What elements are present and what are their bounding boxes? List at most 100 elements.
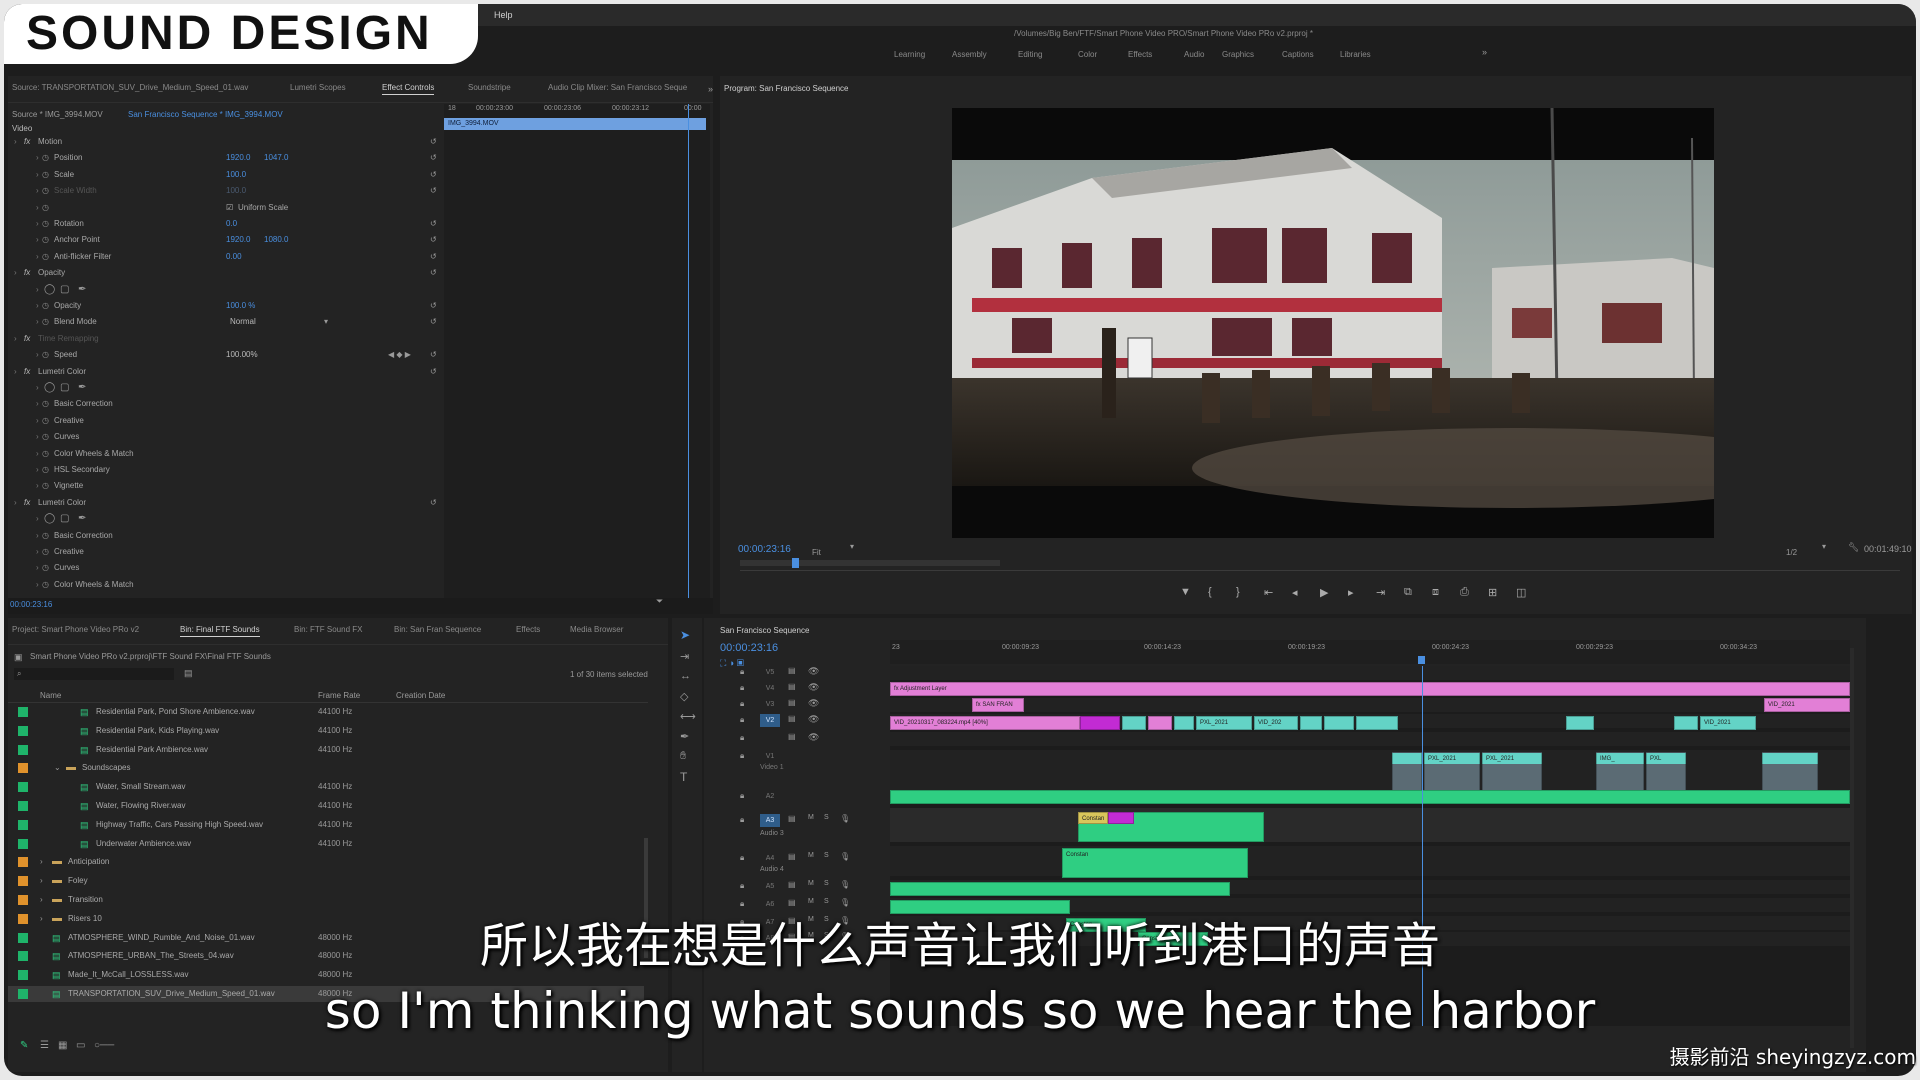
clip-v2-6[interactable] [1300,716,1322,730]
source-tab-3[interactable]: Soundstripe [468,83,511,92]
stopwatch-icon[interactable]: ◷ [42,446,49,462]
column-creation-date[interactable]: Creation Date [396,691,445,700]
effect-row[interactable]: › fx Time Remapping [8,331,448,347]
workspace-tab-color[interactable]: Color [1078,50,1097,59]
clip-v1-3[interactable]: IMG_ [1596,752,1644,792]
fx-icon[interactable]: fx [24,364,30,380]
effect-row[interactable]: › ◷ Curves [8,429,448,445]
lock-icon[interactable]: 🔒︎ [740,715,744,725]
effect-timecode[interactable]: 00:00:23:16 [10,600,52,609]
audio-clip-a3-mag[interactable] [1108,812,1134,824]
stopwatch-icon[interactable]: ◷ [42,314,49,330]
sequence-clip-label[interactable]: San Francisco Sequence * IMG_3994.MOV [128,110,283,119]
pen-mask-icon[interactable]: ✒ [78,282,86,298]
effect-row[interactable]: › ◯ ▢ ✒ [8,380,448,396]
stopwatch-icon[interactable]: ◷ [42,577,49,593]
lock-icon[interactable]: 🔒︎ [740,881,744,891]
clip-v2-4[interactable]: PXL_2021 [1196,716,1252,730]
mic-icon[interactable]: 🎙︎ [840,852,850,861]
clip-v2-2[interactable] [1148,716,1172,730]
reset-icon[interactable]: ↺ [430,265,437,281]
clip-v1-2[interactable]: PXL_2021 [1482,752,1542,792]
reset-icon[interactable]: ↺ [430,183,437,199]
stopwatch-icon[interactable]: ◷ [42,298,49,314]
reset-icon[interactable]: ↺ [430,167,437,183]
effect-mini-timeline[interactable]: 18 00:00:23:00 00:00:23:06 00:00:23:12 00:00… [444,104,710,604]
reset-icon[interactable]: ↺ [430,495,437,511]
workspace-tab-captions[interactable]: Captions [1282,50,1314,59]
reset-icon[interactable]: ↺ [430,232,437,248]
solo-icon[interactable]: S [824,880,829,887]
button-editor-icon[interactable]: ⊞ [1488,586,1497,599]
rectangle-mask-icon[interactable]: ▢ [60,282,69,298]
project-tab-0[interactable]: Project: Smart Phone Video PRo v2 [12,625,139,634]
step-forward-icon[interactable]: ▸ [1348,586,1354,599]
lock-icon[interactable]: 🔒︎ [740,815,744,825]
project-tab-1[interactable]: Bin: Final FTF Sounds [180,625,260,637]
expand-caret-icon[interactable]: › [14,495,24,511]
solo-icon[interactable]: S [824,814,829,821]
mute-icon[interactable]: M [808,852,814,859]
reset-icon[interactable]: ↺ [430,364,437,380]
stopwatch-icon[interactable]: ◷ [42,200,49,216]
effect-row[interactable]: › fx Lumetri Color ↺ [8,364,448,380]
ellipse-mask-icon[interactable]: ◯ [44,511,55,527]
chevron-icon[interactable]: › [40,873,43,889]
project-tab-2[interactable]: Bin: FTF Sound FX [294,625,362,634]
pen-tool-icon[interactable]: ✒ [680,730,689,743]
selection-tool-icon[interactable]: ➤ [680,628,690,642]
clip-v2-11[interactable]: VID_2021 [1700,716,1756,730]
program-scrub-bar[interactable] [740,558,1000,568]
workspace-overflow-icon[interactable]: » [1482,47,1487,57]
effect-value[interactable]: 100.00% [226,347,258,363]
uniform-scale-checkbox[interactable]: ☑ [226,200,233,216]
clip-v1-0[interactable] [1392,752,1422,792]
panel-overflow-icon[interactable]: » [708,84,713,94]
toggle-sync-icon[interactable]: ▤ [788,814,796,823]
compare-icon[interactable]: ◫ [1516,586,1526,599]
list-item[interactable]: › ▬ Foley [8,873,644,889]
effect-row[interactable]: › ◷ Opacity 100.0 % ↺ [8,298,448,314]
reset-icon[interactable]: ↺ [430,150,437,166]
mic-icon[interactable]: 🎙︎ [840,880,850,889]
mic-icon[interactable]: 🎙︎ [840,814,850,823]
effect-row[interactable]: › ◷ Basic Correction [8,396,448,412]
lock-icon[interactable]: 🔒︎ [740,733,744,743]
stopwatch-icon[interactable]: ◷ [42,560,49,576]
effect-playhead[interactable] [688,104,689,604]
list-item[interactable]: ▤ Highway Traffic, Cars Passing High Spee… [8,817,644,833]
list-item[interactable]: ▤ Residential Park, Pond Shore Ambience.w… [8,704,644,720]
hand-tool-icon[interactable]: ✋︎ [680,750,686,763]
list-item[interactable]: ▤ Residential Park, Kids Playing.wav 44100… [8,723,644,739]
effect-row[interactable]: › ◯ ▢ ✒ [8,282,448,298]
mute-icon[interactable]: M [808,898,814,905]
mark-out-icon[interactable]: } [1236,586,1240,598]
effect-row[interactable]: › ◯ ▢ ✒ [8,511,448,527]
track-target-V2[interactable]: V2 [760,714,780,727]
insert-icon[interactable]: ⧉ [1404,586,1412,599]
source-tab-0[interactable]: Source: TRANSPORTATION_SUV_Drive_Medium_… [12,83,248,92]
track-target-V5[interactable]: V5 [760,666,780,679]
effect-row[interactable]: › ◷ Vignette [8,478,448,494]
effect-value[interactable]: 100.0 % [226,298,255,314]
toggle-sync-icon[interactable]: ▤ [788,852,796,861]
toggle-sync-icon[interactable]: ▤ [788,682,796,691]
clip-v1-1[interactable]: PXL_2021 [1424,752,1480,792]
source-clip-label[interactable]: Source * IMG_3994.MOV [12,110,103,119]
chevron-down-icon[interactable]: ▾ [324,314,328,330]
solo-icon[interactable]: S [824,898,829,905]
clip-v2-8[interactable] [1356,716,1398,730]
razor-tool-icon[interactable]: ◇ [680,690,688,703]
effect-value-2[interactable]: 1080.0 [264,232,288,248]
effect-row[interactable]: › ◷ Creative [8,544,448,560]
clip-vid-2021-a[interactable]: VID_2021 [1764,698,1850,712]
effect-row[interactable]: › ◷ Scale 100.0 ↺ [8,167,448,183]
marker-icon[interactable]: ▼ [1180,586,1191,598]
effect-value[interactable]: 1920.0 [226,150,250,166]
column-name[interactable]: Name [40,691,61,700]
keyframe-nav-icon[interactable]: ◀ ◆ ▶ [388,347,411,363]
chevron-icon[interactable]: › [40,854,43,870]
audio-clip-a3-label[interactable]: Constan [1078,812,1108,824]
clip-v1-5[interactable] [1762,752,1818,792]
reset-icon[interactable]: ↺ [430,298,437,314]
